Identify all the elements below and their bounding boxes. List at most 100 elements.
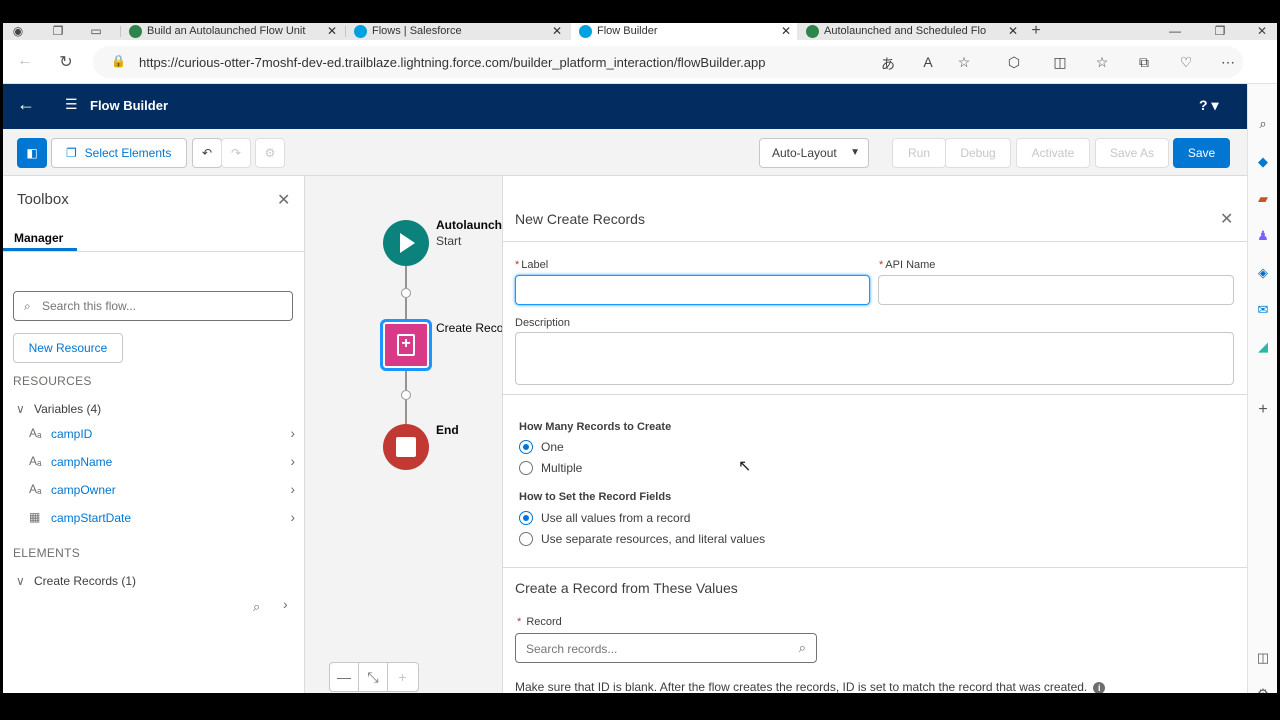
tab-manager[interactable]: Manager	[14, 231, 63, 245]
more-menu-icon[interactable]: ⋯	[1219, 54, 1237, 71]
variable-item-campname[interactable]: Aₐ campName ›	[29, 452, 295, 474]
back-arrow-icon[interactable]: ←	[17, 94, 35, 115]
radio-button[interactable]	[519, 461, 533, 475]
games-icon[interactable]: ♟	[1255, 228, 1271, 244]
add-sidebar-app-icon[interactable]: +	[1255, 402, 1271, 418]
close-toolbox-icon[interactable]: ✕	[277, 190, 290, 210]
minimize-icon[interactable]: —	[1168, 24, 1182, 38]
flow-settings-button[interactable]: ⚙	[255, 138, 285, 168]
add-element-dot[interactable]	[401, 390, 411, 400]
tools-briefcase-icon[interactable]: ▰	[1255, 191, 1271, 207]
run-button[interactable]: Run	[892, 138, 946, 168]
performance-icon[interactable]: ♡	[1177, 54, 1195, 71]
create-records-node[interactable]: +	[380, 319, 432, 371]
zoom-out-button[interactable]: —	[330, 663, 359, 691]
sidebar-toggle-icon[interactable]: ◫	[1255, 650, 1271, 666]
end-node[interactable]	[383, 424, 429, 470]
add-element-dot[interactable]	[401, 288, 411, 298]
toggle-toolbox-button[interactable]: ◧	[17, 138, 47, 168]
new-resource-button[interactable]: New Resource	[13, 333, 123, 363]
back-icon[interactable]: ←	[15, 52, 35, 70]
toolbox-search[interactable]: ⌕	[13, 291, 293, 321]
variable-item-campowner[interactable]: Aₐ campOwner ›	[29, 480, 295, 502]
help-menu-button[interactable]: ? ▾	[1199, 97, 1218, 114]
fit-view-button[interactable]: ⤡	[359, 663, 388, 691]
radio-button[interactable]	[519, 532, 533, 546]
split-screen-icon[interactable]: ◫	[1051, 54, 1069, 71]
favorites-icon[interactable]: ☆	[1093, 54, 1111, 71]
variables-group-toggle[interactable]: ∨ Variables (4)	[16, 402, 101, 416]
close-tab-icon[interactable]: ✕	[327, 23, 337, 40]
text-type-icon: Aₐ	[29, 482, 42, 496]
start-node[interactable]	[383, 220, 429, 266]
radio-button-selected[interactable]	[519, 511, 533, 525]
chevron-right-icon[interactable]: ›	[283, 596, 288, 612]
flow-builder-header: ← ☰ Flow Builder ? ▾	[3, 84, 1247, 129]
extensions-icon[interactable]: ⬡	[1005, 54, 1023, 71]
chevron-right-icon[interactable]: ›	[290, 509, 295, 525]
divider	[503, 567, 1247, 568]
address-bar[interactable]: 🔒 https://curious-otter-7moshf-dev-ed.tr…	[93, 46, 1243, 78]
redo-button[interactable]: ↷	[221, 138, 251, 168]
restore-icon[interactable]: ❐	[1213, 24, 1227, 38]
tab-autolaunched-scheduled[interactable]: Autolaunched and Scheduled Flo ✕	[798, 23, 1024, 40]
url-text[interactable]: https://curious-otter-7moshf-dev-ed.trai…	[139, 55, 765, 70]
tab-actions-icon[interactable]: ▭	[89, 24, 103, 38]
outlook-icon[interactable]: ✉	[1255, 302, 1271, 318]
close-tab-icon[interactable]: ✕	[1008, 23, 1018, 40]
record-search-input[interactable]	[526, 640, 786, 658]
settings-gear-icon[interactable]: ⚙	[1255, 686, 1271, 693]
zoom-in-button[interactable]: +	[388, 663, 417, 691]
api-name-input[interactable]	[878, 275, 1234, 305]
tab-flow-builder[interactable]: Flow Builder ✕	[571, 23, 797, 40]
elements-heading: ELEMENTS	[13, 546, 81, 560]
create-records-group-toggle[interactable]: ∨ Create Records (1)	[16, 574, 136, 588]
search-icon[interactable]: ⌕	[253, 599, 260, 615]
chevron-right-icon[interactable]: ›	[290, 425, 295, 441]
office-icon[interactable]: ◈	[1255, 265, 1271, 281]
salesforce-cloud-icon	[579, 25, 592, 38]
text-type-icon: Aₐ	[29, 454, 42, 468]
record-field-label: * Record	[517, 616, 562, 628]
tab-build-flow-unit[interactable]: Build an Autolaunched Flow Unit ✕	[121, 23, 343, 40]
profile-icon[interactable]: ◉	[11, 24, 25, 38]
close-tab-icon[interactable]: ✕	[781, 23, 791, 40]
description-textarea[interactable]	[515, 332, 1234, 385]
collections-icon[interactable]: ⧉	[1135, 54, 1153, 71]
close-panel-icon[interactable]: ✕	[1220, 209, 1233, 229]
debug-button[interactable]: Debug	[945, 138, 1011, 168]
favorite-star-icon[interactable]: ☆	[955, 54, 973, 71]
new-tab-icon[interactable]: +	[1029, 23, 1043, 39]
label-input[interactable]	[515, 275, 870, 305]
variable-item-campstartdate[interactable]: ▦ campStartDate ›	[29, 508, 295, 530]
refresh-icon[interactable]: ↻	[56, 52, 76, 72]
save-as-button[interactable]: Save As	[1095, 138, 1169, 168]
builder-toolbar: ◧ ❐ Select Elements ↶ ↷ ⚙ Auto-Layout ▼ …	[3, 129, 1247, 176]
toolbox-title: Toolbox	[17, 191, 69, 208]
toolbox-search-input[interactable]	[42, 297, 282, 315]
tab-flows-salesforce[interactable]: Flows | Salesforce ✕	[346, 23, 568, 40]
chevron-right-icon[interactable]: ›	[290, 481, 295, 497]
shopping-tag-icon[interactable]: ◆	[1255, 154, 1271, 170]
close-tab-icon[interactable]: ✕	[552, 23, 562, 40]
select-elements-icon: ❐	[66, 146, 77, 160]
radio-button-selected[interactable]	[519, 440, 533, 454]
activate-button[interactable]: Activate	[1016, 138, 1090, 168]
translate-icon[interactable]: あ	[879, 54, 897, 74]
panel-title: New Create Records	[515, 211, 645, 227]
read-aloud-icon[interactable]: A	[919, 54, 937, 70]
layout-mode-select[interactable]: Auto-Layout ▼	[759, 138, 869, 168]
chevron-right-icon[interactable]: ›	[290, 453, 295, 469]
select-elements-button[interactable]: ❐ Select Elements	[51, 138, 187, 168]
save-button[interactable]: Save	[1173, 138, 1230, 168]
stop-icon	[396, 437, 416, 457]
drop-icon[interactable]: ◢	[1255, 339, 1271, 355]
info-icon[interactable]: i	[1093, 682, 1106, 693]
close-window-icon[interactable]: ✕	[1255, 24, 1269, 38]
record-lookup[interactable]: ⌕	[515, 633, 817, 663]
connector-line	[405, 371, 407, 390]
undo-button[interactable]: ↶	[192, 138, 222, 168]
search-icon[interactable]: ⌕	[1255, 116, 1271, 132]
workspaces-icon[interactable]: ❐	[51, 24, 65, 38]
variable-item-campid[interactable]: Aₐ campID ›	[29, 424, 295, 446]
